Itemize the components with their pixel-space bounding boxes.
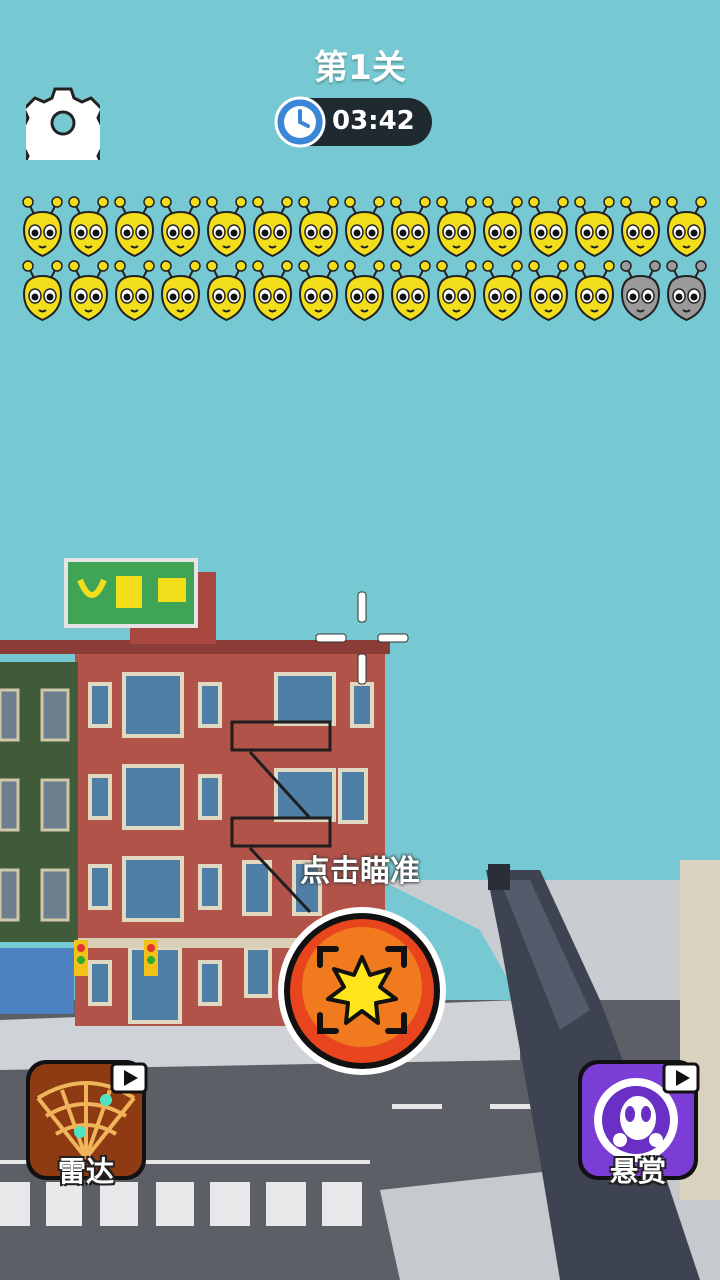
target-alien-icon xyxy=(298,196,339,258)
target-alien-icon xyxy=(528,196,569,258)
target-alien-icon xyxy=(22,196,63,258)
target-alien-icon xyxy=(206,260,247,322)
target-alien-icon xyxy=(252,196,293,258)
target-alien-icon xyxy=(390,196,431,258)
billboard xyxy=(64,558,198,628)
target-alien-icon xyxy=(344,260,385,322)
target-alien-icon xyxy=(206,196,247,258)
target-alien-icon xyxy=(574,260,615,322)
target-alien-icon xyxy=(114,260,155,322)
target-alien-icon xyxy=(344,196,385,258)
target-alien-icon xyxy=(482,260,523,322)
video-play-icon xyxy=(110,1062,148,1094)
clock-icon xyxy=(274,96,326,148)
target-alien-icon xyxy=(620,196,661,258)
target-alien-icon xyxy=(528,260,569,322)
green-building xyxy=(0,662,78,1014)
bounty-label: 悬赏 xyxy=(609,1155,666,1188)
target-list xyxy=(20,196,710,324)
target-eliminated-icon xyxy=(666,260,707,322)
target-alien-icon xyxy=(68,260,109,322)
level-title: 第1关 xyxy=(314,48,406,88)
target-alien-icon xyxy=(252,260,293,322)
aim-hint: 点击瞄准 xyxy=(300,854,420,889)
target-alien-icon xyxy=(68,196,109,258)
radar-label: 雷达 xyxy=(57,1155,114,1188)
video-play-icon xyxy=(662,1062,700,1094)
target-alien-icon xyxy=(298,260,339,322)
target-alien-icon xyxy=(436,260,477,322)
target-alien-icon xyxy=(114,196,155,258)
target-alien-icon xyxy=(436,196,477,258)
target-alien-icon xyxy=(574,196,615,258)
target-row xyxy=(20,260,710,324)
target-alien-icon xyxy=(390,260,431,322)
target-row xyxy=(20,196,710,260)
crosshair-reticle xyxy=(315,591,409,685)
fire-button[interactable] xyxy=(276,905,448,1077)
target-alien-icon xyxy=(482,196,523,258)
target-eliminated-icon xyxy=(620,260,661,322)
target-alien-icon xyxy=(160,260,201,322)
settings-gear-icon[interactable] xyxy=(26,86,100,160)
target-alien-icon xyxy=(22,260,63,322)
timer: 03:42 xyxy=(274,96,432,148)
target-alien-icon xyxy=(666,196,707,258)
timer-value: 03:42 xyxy=(332,106,415,136)
target-alien-icon xyxy=(160,196,201,258)
